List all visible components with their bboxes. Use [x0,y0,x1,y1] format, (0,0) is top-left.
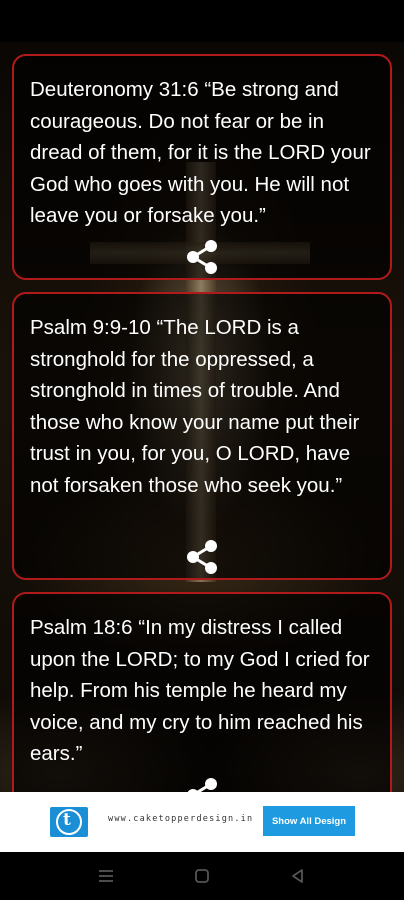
verse-list[interactable]: Deuteronomy 31:6 “Be strong and courageo… [0,0,404,792]
menu-icon[interactable] [96,866,116,886]
verse-card: Psalm 9:9-10 “The LORD is a stronghold f… [12,292,392,580]
system-navigation-bar [0,852,404,900]
home-icon[interactable] [192,866,212,886]
show-all-design-button[interactable]: Show All Design [263,806,355,836]
verse-text: Deuteronomy 31:6 “Be strong and courageo… [30,78,371,227]
ad-logo: t [50,807,88,837]
verse-card: Deuteronomy 31:6 “Be strong and courageo… [12,54,392,280]
share-icon[interactable] [183,776,221,792]
verse-text: Psalm 9:9-10 “The LORD is a stronghold f… [30,316,360,497]
verse-text: Psalm 18:6 “In my distress I called upon… [30,616,370,765]
verse-card: Psalm 18:6 “In my distress I called upon… [12,592,392,792]
ad-logo-letter: t [63,810,71,830]
ad-url: www.caketopperdesign.in [108,814,254,824]
back-icon[interactable] [288,866,308,886]
share-icon[interactable] [183,238,221,276]
share-icon[interactable] [183,538,221,576]
